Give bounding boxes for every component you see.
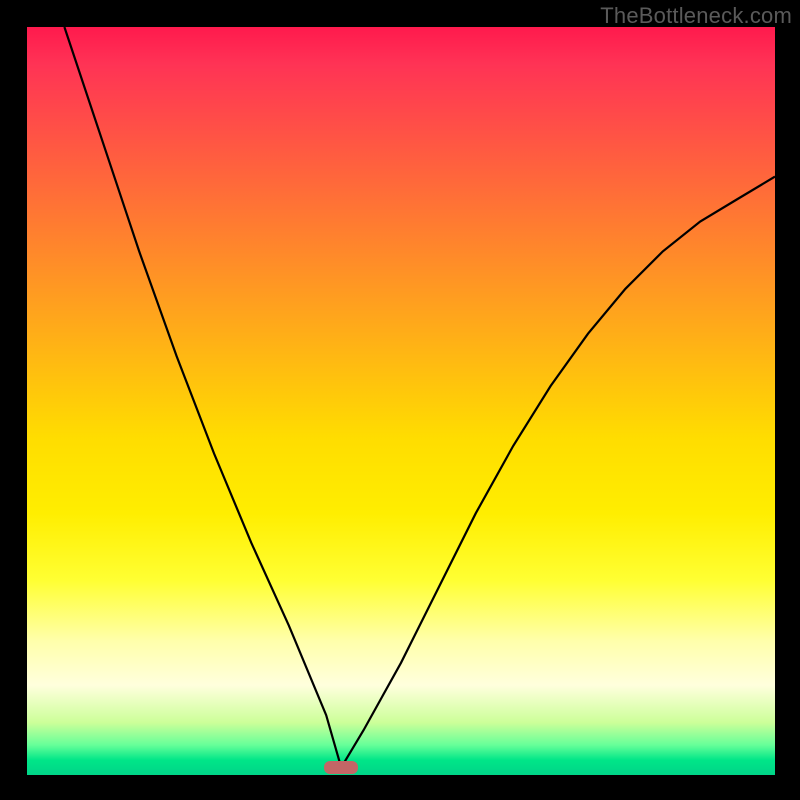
minimum-marker: [324, 761, 358, 774]
bottleneck-curve: [27, 27, 775, 775]
chart-container: TheBottleneck.com: [0, 0, 800, 800]
watermark-text: TheBottleneck.com: [600, 3, 792, 29]
plot-area: [27, 27, 775, 775]
